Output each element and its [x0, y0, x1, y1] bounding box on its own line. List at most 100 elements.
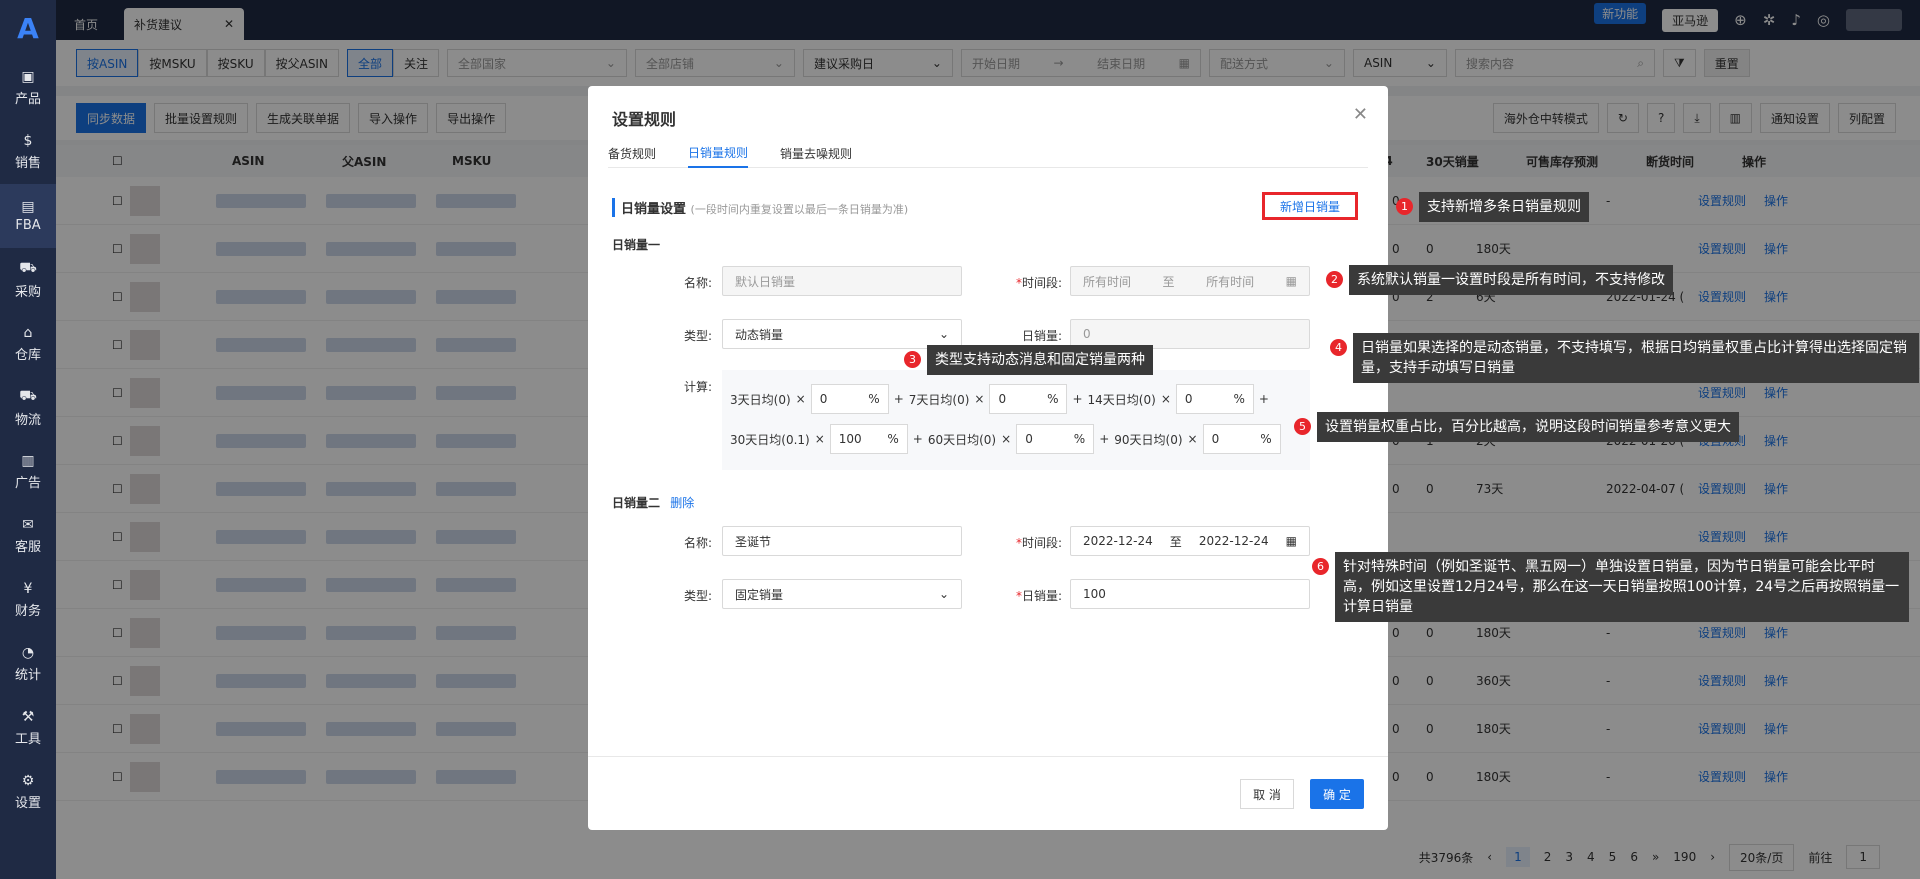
times-icon: ×	[814, 432, 825, 446]
daily-sales-input[interactable]: 100	[1070, 579, 1310, 609]
sidebar-item-product[interactable]: ▣ 产品	[0, 56, 56, 120]
term-label: 60天日均(0)	[927, 432, 997, 447]
sidebar-item-logistics[interactable]: ⛟ 物流	[0, 376, 56, 440]
calendar-icon: ▦	[1285, 274, 1297, 288]
sidebar-item-label: 物流	[14, 413, 41, 428]
close-icon[interactable]: ✕	[1353, 104, 1368, 125]
plus-icon: +	[912, 432, 923, 446]
chevron-down-icon: ⌄	[938, 327, 949, 341]
weight-value: 100	[838, 432, 862, 446]
plus-icon: +	[1258, 392, 1269, 406]
weight-input[interactable]: 0%	[810, 384, 889, 414]
type-label: 类型:	[684, 329, 713, 343]
weight-value: 0	[1211, 432, 1220, 446]
name-label: 名称:	[684, 536, 713, 550]
weight-input[interactable]: 0%	[989, 384, 1068, 414]
finance-icon: ¥	[23, 581, 33, 597]
sidebar-item-purchase[interactable]: ⛟ 采购	[0, 248, 56, 312]
delete-link[interactable]: 删除	[670, 496, 694, 510]
weight-value: 0	[1184, 392, 1193, 406]
ads-icon: ▥	[21, 453, 35, 469]
annotation-2: 2 系统默认销量一设置时段是所有时间，不支持修改	[1326, 265, 1673, 295]
plus-icon: +	[1072, 392, 1083, 406]
group2-title-text: 日销量二	[612, 496, 661, 510]
section-title: 日销量设置 (一段时间内重复设置以最后一条日销量为准)	[612, 198, 908, 217]
calc-line-1: 3天日均(0) × 0% + 7天日均(0) × 0% + 14天日均(0) × 0% +	[730, 384, 1269, 414]
period-start: 2022-12-24	[1083, 534, 1153, 548]
sidebar-item-label: 统计	[14, 668, 41, 683]
plus-icon: +	[1099, 432, 1110, 446]
annotation-1: 1 支持新增多条日销量规则	[1396, 192, 1589, 222]
sidebar-item-label: 产品	[14, 92, 41, 107]
sidebar-item-ads[interactable]: ▥ 广告	[0, 440, 56, 504]
sidebar-item-fba[interactable]: ▤ FBA	[0, 184, 56, 248]
calc-line-2: 30天日均(0.1) × 100% + 60天日均(0) × 0% + 90天日均(0)…	[730, 424, 1281, 454]
sidebar-item-label: 广告	[14, 476, 41, 491]
weight-input[interactable]: 0%	[1175, 384, 1254, 414]
times-icon: ×	[1160, 392, 1171, 406]
app-logo: A	[17, 11, 39, 45]
annotation-number: 3	[904, 351, 921, 368]
annotation-text: 设置销量权重占比，百分比越高，说明这段时间销量参考意义更大	[1317, 412, 1739, 442]
annotation-number: 2	[1326, 271, 1343, 288]
period-label: *时间段:	[1016, 534, 1062, 551]
name-input[interactable]: 默认日销量	[722, 266, 962, 296]
warehouse-icon: ⌂	[23, 325, 33, 341]
tools-icon: ⚒	[21, 709, 35, 725]
sidebar-item-service[interactable]: ✉ 客服	[0, 504, 56, 568]
period-picker[interactable]: 2022-12-24 至 2022-12-24 ▦	[1070, 526, 1310, 556]
percent-icon: %	[887, 432, 899, 446]
add-daily-sales-button[interactable]: 新增日销量	[1262, 192, 1358, 220]
period-picker[interactable]: 所有时间 至 所有时间 ▦	[1070, 266, 1310, 296]
mail-icon: ✉	[22, 517, 34, 533]
times-icon: ×	[795, 392, 806, 406]
period-label: *时间段:	[1016, 274, 1062, 291]
sidebar-item-settings[interactable]: ⚙ 设置	[0, 760, 56, 824]
tab-denoise-rule[interactable]: 销量去噪规则	[780, 138, 852, 168]
sidebar-item-stats[interactable]: ◔ 统计	[0, 632, 56, 696]
period-end: 2022-12-24	[1198, 534, 1269, 548]
type-select[interactable]: 固定销量 ⌄	[722, 579, 962, 609]
product-icon: ▣	[21, 69, 35, 85]
calc-box: 3天日均(0) × 0% + 7天日均(0) × 0% + 14天日均(0) × 0% + …	[722, 370, 1310, 470]
sidebar-item-finance[interactable]: ¥ 财务	[0, 568, 56, 632]
annotation-number: 4	[1330, 339, 1347, 356]
annotation-text: 系统默认销量一设置时段是所有时间，不支持修改	[1349, 265, 1673, 295]
type-value: 动态销量	[735, 327, 784, 342]
period-end: 所有时间	[1206, 274, 1255, 289]
plus-icon: +	[893, 392, 904, 406]
percent-icon: %	[1233, 392, 1245, 406]
weight-input[interactable]: 0%	[1202, 424, 1281, 454]
sidebar-item-sales[interactable]: $ 销售	[0, 120, 56, 184]
fba-icon: ▤	[21, 199, 35, 215]
cart-icon: ⛟	[19, 260, 37, 276]
sidebar-item-label: 销售	[14, 156, 41, 171]
calendar-icon: ▦	[1285, 534, 1297, 548]
sidebar-item-label: 设置	[14, 796, 41, 811]
truck-icon: ⛟	[19, 388, 37, 404]
section-hint: (一段时间内重复设置以最后一条日销量为准)	[690, 203, 909, 216]
tab-stock-rule[interactable]: 备货规则	[608, 138, 656, 168]
sidebar-item-label: 采购	[14, 285, 41, 300]
sidebar-item-warehouse[interactable]: ⌂ 仓库	[0, 312, 56, 376]
confirm-button[interactable]: 确 定	[1310, 779, 1364, 809]
sidebar-item-tools[interactable]: ⚒ 工具	[0, 696, 56, 760]
section-title-text: 日销量设置	[621, 202, 687, 217]
daily-sales-label-text: 日销量:	[1022, 589, 1063, 603]
name-input[interactable]: 圣诞节	[722, 526, 962, 556]
cancel-button[interactable]: 取 消	[1240, 779, 1294, 809]
period-label-text: 时间段:	[1022, 276, 1063, 290]
tab-daily-sales-rule[interactable]: 日销量规则	[688, 138, 749, 168]
sidebar-item-label: 工具	[14, 732, 41, 747]
weight-input[interactable]: 0%	[1016, 424, 1095, 454]
period-to: 至	[1162, 274, 1175, 289]
times-icon: ×	[1187, 432, 1198, 446]
percent-icon: %	[1047, 392, 1059, 406]
weight-input[interactable]: 100%	[829, 424, 908, 454]
modal-title: 设置规则	[612, 110, 677, 129]
modal-tabs: 备货规则 日销量规则 销量去噪规则	[608, 138, 1368, 168]
sidebar-item-label: 仓库	[14, 348, 41, 363]
annotation-5: 5 设置销量权重占比，百分比越高，说明这段时间销量参考意义更大	[1294, 412, 1739, 442]
annotation-text: 针对特殊时间（例如圣诞节、黑五网一）单独设置日销量，因为节日销量可能会比平时高，…	[1335, 552, 1909, 622]
percent-icon: %	[1260, 432, 1272, 446]
